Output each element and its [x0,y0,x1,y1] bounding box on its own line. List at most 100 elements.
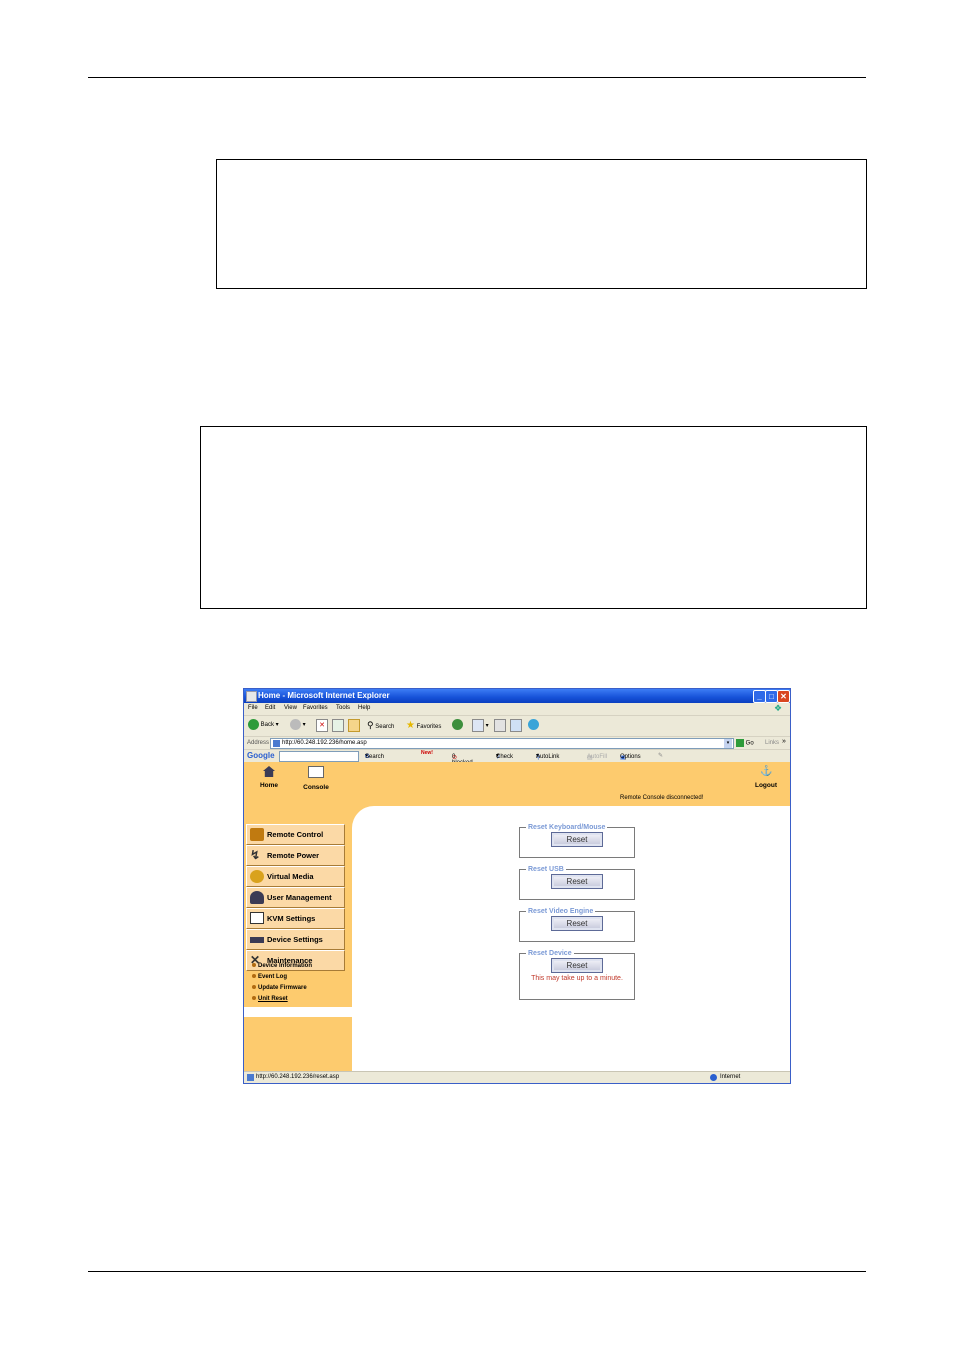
header-rule [88,77,866,78]
print-button[interactable] [494,719,506,733]
globe-icon [710,1074,717,1081]
reset-device-legend: Reset Device [528,950,572,957]
reset-video-engine-legend: Reset Video Engine [528,908,594,915]
menu-view[interactable]: View [284,705,297,711]
reset-video-engine-button[interactable]: Reset [551,916,603,931]
status-bar: http://60.248.192.236/reset.asp Internet [244,1071,790,1083]
refresh-button[interactable] [332,719,344,733]
console-status-text: Remote Console disconnected! [620,795,704,801]
reset-usb-group: Reset USB Reset [519,866,635,900]
links-label[interactable]: Links [765,740,779,746]
history-button[interactable] [452,719,463,732]
disk-icon [250,870,264,883]
back-button[interactable]: Back ▾ [248,719,279,732]
favorites-button[interactable]: ★ Favorites [406,719,441,734]
messenger-button[interactable] [528,719,539,732]
google-search-button[interactable]: G Search ▾ [365,752,384,760]
submenu-selected-highlight [244,1007,352,1017]
forward-button[interactable]: ▾ [290,719,306,732]
stop-icon: ✕ [316,719,328,732]
bullet-icon [252,985,256,990]
back-arrow-icon [248,719,259,730]
device-icon [250,937,264,943]
ie-icon [246,691,257,702]
address-field[interactable]: http://60.248.192.236/home.asp ▾ [270,738,734,749]
reset-keyboard-mouse-legend: Reset Keyboard/Mouse [528,824,606,831]
address-dropdown-icon[interactable]: ▾ [724,739,732,748]
history-icon [452,719,463,730]
star-icon: ★ [406,720,415,731]
windows-logo-icon: ❖ [774,703,783,713]
submenu-device-information[interactable]: Device Information [252,963,312,969]
mail-icon [472,719,484,732]
menu-favorites[interactable]: Favorites [303,705,328,711]
bullet-icon [252,996,256,1001]
submenu-unit-reset[interactable]: Unit Reset [252,996,288,1002]
edit-icon [510,719,522,732]
page-icon [273,740,280,747]
logout-nav[interactable]: ⚓ Logout [751,766,781,789]
reset-device-note: This may take up to a minute. [531,975,623,982]
menu-bar: File Edit View Favorites Tools Help ❖ [244,703,790,716]
reset-usb-legend: Reset USB [528,866,564,873]
home-icon [263,766,275,777]
reset-video-engine-group: Reset Video Engine Reset [519,908,635,942]
sidebar-item-remote-power[interactable]: ↯ Remote Power [246,845,345,866]
stop-button[interactable]: ✕ [316,719,328,733]
chevron-right-icon[interactable]: » [782,738,786,745]
toolbar: Back ▾ ▾ ✕ ⚲ Search ★ Favorites ▾ [244,716,790,737]
status-url: http://60.248.192.236/reset.asp [256,1074,340,1080]
mail-button[interactable]: ▾ [472,719,489,733]
top-nav: Home Console Remote Console disconnected… [244,762,790,806]
go-arrow-icon [736,739,744,747]
sidebar-item-kvm-settings[interactable]: KVM Settings [246,908,345,929]
menu-tools[interactable]: Tools [336,705,350,711]
users-icon [250,891,264,904]
reset-keyboard-mouse-group: Reset Keyboard/Mouse Reset [519,824,635,858]
text-frame-1 [216,159,867,289]
home-nav[interactable]: Home [256,766,282,789]
google-new-badge[interactable]: New! [421,750,433,756]
reset-device-button[interactable]: Reset [551,958,603,973]
submenu-update-firmware[interactable]: Update Firmware [252,985,307,991]
sidebar-item-virtual-media[interactable]: Virtual Media [246,866,345,887]
google-search-box[interactable] [279,751,359,762]
status-zone: Internet [720,1074,741,1080]
sidebar-item-device-settings[interactable]: Device Settings [246,929,345,950]
pencil-icon[interactable]: ✎ [658,752,663,759]
menu-file[interactable]: File [248,705,258,711]
page-content: Home Console Remote Console disconnected… [244,762,790,1071]
close-button[interactable]: ✕ [777,690,790,703]
submenu-event-log[interactable]: Event Log [252,974,287,980]
reset-keyboard-mouse-button[interactable]: Reset [551,832,603,847]
monitor-icon [250,912,264,924]
menu-edit[interactable]: Edit [265,705,275,711]
home-toolbar-button[interactable] [348,719,360,733]
menu-help[interactable]: Help [358,705,370,711]
footer-rule [88,1271,866,1272]
address-bar: Address http://60.248.192.236/home.asp ▾… [244,737,790,750]
logout-icon: ⚓ [760,766,773,777]
browser-window: Home - Microsoft Internet Explorer _ □ ✕… [243,688,791,1084]
reset-usb-button[interactable]: Reset [551,874,603,889]
window-title: Home - Microsoft Internet Explorer [258,691,390,700]
sidebar-item-remote-control[interactable]: Remote Control [246,824,345,845]
autolink-button[interactable]: ⚲ AutoLink ▾ [536,752,559,761]
text-frame-2 [200,426,867,609]
spell-check-button[interactable]: ✓ Check ▾ [496,752,513,761]
bullet-icon [252,963,256,968]
reset-device-group: Reset Device Reset This may take up to a… [519,950,635,1000]
console-icon [308,766,324,778]
house-icon [348,719,360,732]
address-label: Address [247,740,270,746]
title-bar: Home - Microsoft Internet Explorer _ □ ✕ [244,689,790,703]
go-button[interactable]: Go [736,739,754,747]
search-button[interactable]: ⚲ Search [367,719,394,734]
edit-button[interactable] [510,719,522,733]
console-nav[interactable]: Console [301,766,331,791]
google-logo[interactable]: Google [247,751,275,760]
forward-arrow-icon [290,719,301,730]
sidebar-item-user-management[interactable]: User Management [246,887,345,908]
magnifier-icon: ⚲ [367,720,374,730]
status-page-icon [247,1074,254,1081]
